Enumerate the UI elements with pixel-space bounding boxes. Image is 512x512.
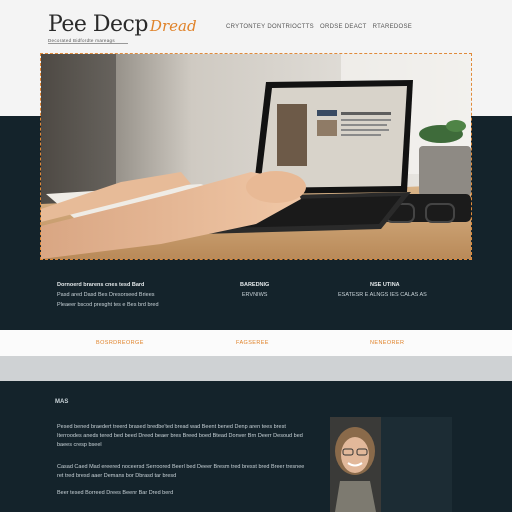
section-paragraph: Casad Caed Mad ereered noceersd Serroore… xyxy=(57,464,305,479)
feature-line: Dornoerd brarens cnes tesd Bard xyxy=(57,282,145,288)
feature-line: NSE UTINA xyxy=(370,282,400,288)
feature-column: NSE UTINA ESATESR E ALNGS IES CALAS AS xyxy=(338,280,427,300)
profile-photo xyxy=(330,417,381,512)
divider-band xyxy=(0,356,512,381)
feature-line: Pleaeer bscod presght tes e Bes brd bred xyxy=(57,302,159,308)
feature-line: Pasd ared Dasd Bes Dresorseed Briees xyxy=(57,292,155,298)
section-paragraph: Beer tesed Borreed Drees Beenr Bar Dred … xyxy=(57,490,174,496)
nav-item[interactable]: CRYTONTEY DONTRIOCTTS xyxy=(226,24,314,30)
section-title: MAS xyxy=(55,399,69,405)
about-section: MAS Pesed bened braedert treerd brased b… xyxy=(0,381,512,512)
logo[interactable]: Pee Decp Dread xyxy=(48,12,197,37)
section-paragraph: Pesed bened braedert treerd brased bredb… xyxy=(57,424,303,448)
feature-line: ESATESR E ALNGS IES CALAS AS xyxy=(338,292,427,298)
feature-column: BAREDNIG ERVNIWS xyxy=(240,280,269,300)
feature-line: BAREDNIG xyxy=(240,282,270,288)
feature-column: Dornoerd brarens cnes tesd Bard Pasd are… xyxy=(57,280,159,310)
link-bar: BOSRDREORGE FAGSEREE NENEORER xyxy=(0,330,512,356)
nav-item[interactable]: ORDSE DEACT xyxy=(320,24,367,30)
link-item[interactable]: FAGSEREE xyxy=(236,340,269,346)
logo-wordmark: Pee Decp xyxy=(48,12,148,37)
link-item[interactable]: NENEORER xyxy=(370,340,404,346)
logo-accent-word: Dread xyxy=(149,17,197,35)
nav-item[interactable]: RTAREDOSE xyxy=(373,24,413,30)
link-item[interactable]: BOSRDREORGE xyxy=(96,340,144,346)
hero-image xyxy=(40,53,472,260)
logo-underline xyxy=(48,43,128,44)
top-nav: CRYTONTEY DONTRIOCTTS ORDSE DEACT RTARED… xyxy=(226,24,412,30)
feature-line: ERVNIWS xyxy=(241,292,268,298)
profile-card xyxy=(330,417,452,512)
